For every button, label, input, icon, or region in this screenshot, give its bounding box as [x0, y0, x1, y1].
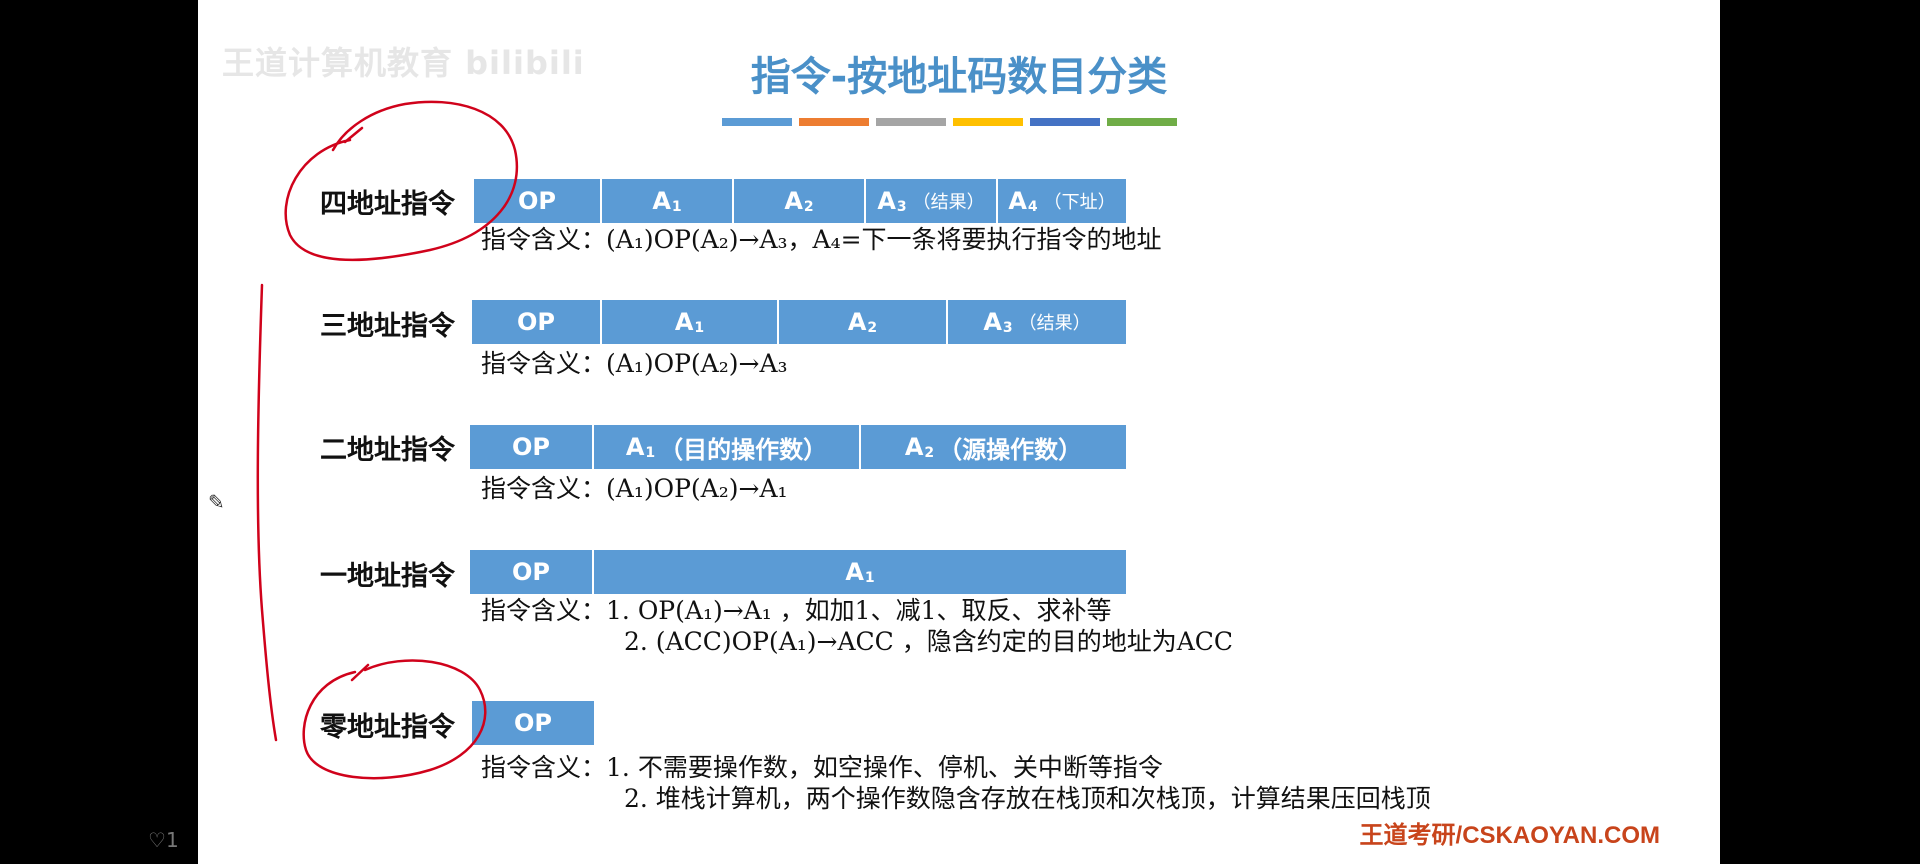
title-bar-segment	[876, 118, 946, 126]
one-address-label: 一地址指令	[320, 561, 455, 592]
field-a1: A 1 （目的操作数）	[594, 425, 861, 469]
field-a2: A 2 （源操作数）	[861, 425, 1126, 469]
two-address-meaning: 指令含义：(A₁)OP(A₂)→A₁	[481, 474, 788, 503]
two-address-label: 二地址指令	[320, 435, 455, 466]
field-a1: A1	[602, 300, 779, 344]
four-address-label: 四地址指令	[320, 189, 455, 220]
field-op: OP	[472, 701, 594, 745]
three-address-format: OP A1 A2 A 3 （结果）	[472, 300, 1126, 344]
four-address-meaning: 指令含义：(A₁)OP(A₂)→A₃，A₄=下一条将要执行指令的地址	[481, 225, 1162, 254]
field-a4: A 4 （下址）	[998, 179, 1126, 223]
comment-count: 1	[165, 828, 179, 852]
three-address-meaning: 指令含义：(A₁)OP(A₂)→A₃	[481, 349, 788, 378]
pencil-icon: ✎	[208, 490, 225, 514]
field-a2: A2	[779, 300, 948, 344]
comment-icon[interactable]: ♡1	[148, 828, 179, 852]
brand-footer: 王道考研/CSKAOYAN.COM	[1359, 822, 1660, 849]
three-address-label: 三地址指令	[320, 311, 455, 342]
comment-icon-glyph: ♡	[148, 828, 166, 852]
title-bar-segment	[953, 118, 1023, 126]
field-a1: A1	[594, 550, 1126, 594]
title-bar-segment	[1107, 118, 1177, 126]
slide-canvas: 王道计算机教育 bilibili 指令-按地址码数目分类 四地址指令 OP A1…	[198, 0, 1720, 864]
title-bar-segment	[722, 118, 792, 126]
title-bar-segment	[799, 118, 869, 126]
field-op: OP	[474, 179, 602, 223]
field-a2: A2	[734, 179, 866, 223]
zero-address-format: OP	[472, 701, 594, 745]
page-title: 指令-按地址码数目分类	[750, 54, 1168, 100]
one-address-meaning: 指令含义：1. OP(A₁)→A₁ ，如加1、减1、取反、求补等 2. (ACC…	[481, 596, 1234, 656]
two-address-format: OP A 1 （目的操作数） A 2 （源操作数）	[470, 425, 1126, 469]
zero-address-meaning: 指令含义：1. 不需要操作数，如空操作、停机、关中断等指令 2. 堆栈计算机，两…	[481, 753, 1431, 813]
field-a3: A 3 （结果）	[948, 300, 1126, 344]
field-op: OP	[470, 425, 594, 469]
field-a1: A1	[602, 179, 734, 223]
field-a3: A 3 （结果）	[866, 179, 998, 223]
four-address-format: OP A1 A2 A 3 （结果） A 4 （下址）	[474, 179, 1126, 223]
field-op: OP	[472, 300, 602, 344]
field-op: OP	[470, 550, 594, 594]
one-address-format: OP A1	[470, 550, 1126, 594]
title-bar-segment	[1030, 118, 1100, 126]
zero-address-label: 零地址指令	[320, 712, 455, 743]
